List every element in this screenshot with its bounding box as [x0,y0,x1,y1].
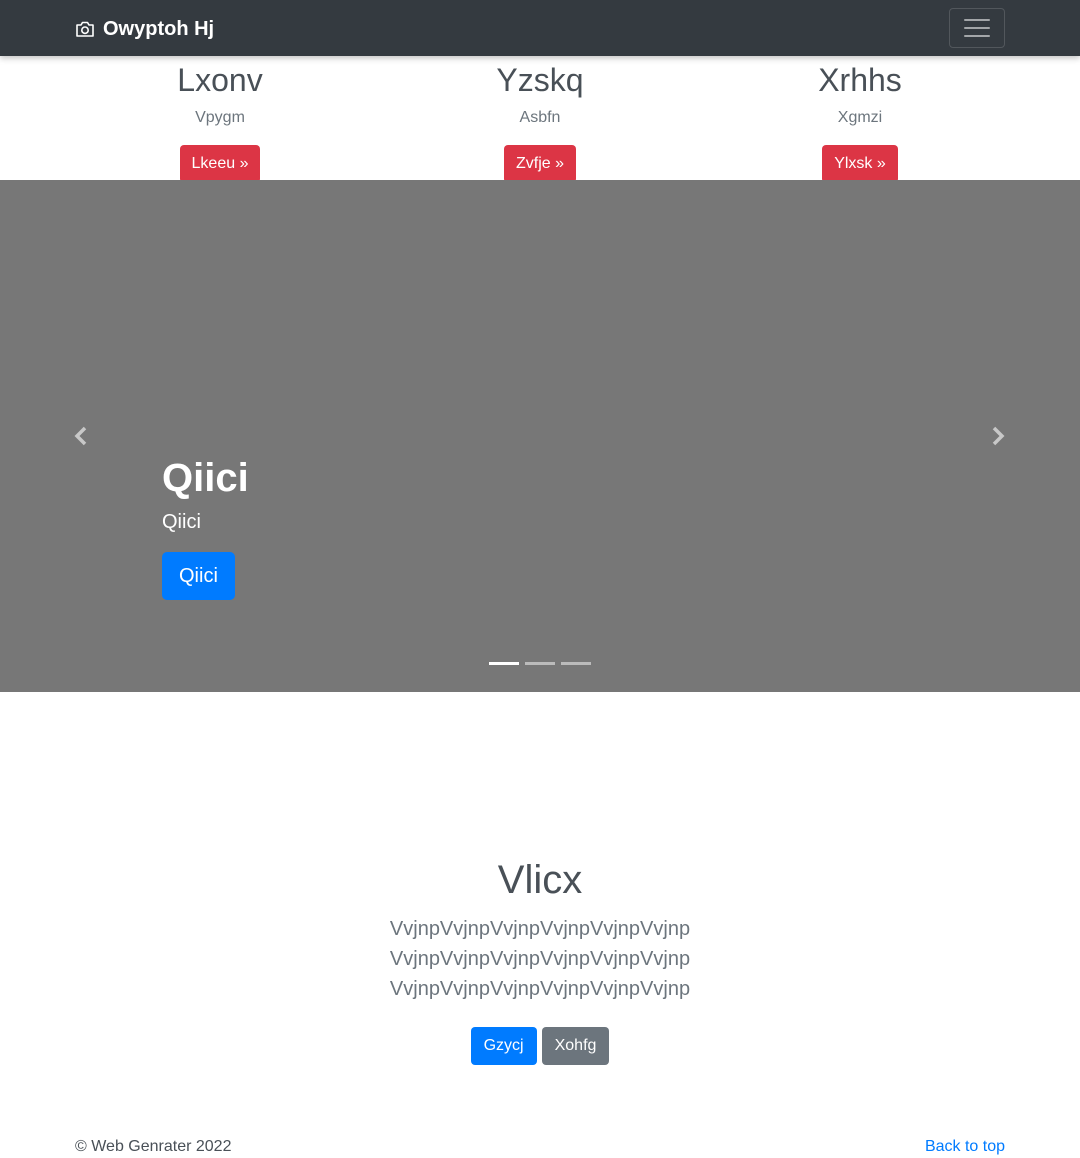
jumbotron: Vlicx VvjnpVvjnpVvjnpVvjnpVvjnpVvjnp Vvj… [0,692,1080,1065]
feature-column: Xrhhs Xgmzi Ylxsk » [700,56,1020,183]
navbar: Owyptoh Hj [0,0,1080,56]
carousel-prev-button[interactable] [66,420,96,452]
carousel: Qiici Qiici Qiici [0,180,1080,692]
feature-column: Lxonv Vpygm Lkeeu » [60,56,380,183]
navbar-brand[interactable]: Owyptoh Hj [75,16,214,42]
feature-title: Xrhhs [818,62,902,98]
feature-column: Yzskq Asbfn Zvfje » [380,56,700,183]
feature-text: Asbfn [519,109,561,126]
feature-text: Vpygm [195,109,245,126]
feature-title: Lxonv [177,62,263,98]
navbar-toggler-button[interactable] [949,8,1005,48]
back-to-top-link[interactable]: Back to top [925,1137,1005,1157]
carousel-indicator[interactable] [489,662,519,665]
feature-button[interactable]: Lkeeu » [179,145,261,183]
chevron-right-icon [992,426,1005,446]
feature-button[interactable]: Zvfje » [503,145,576,183]
feature-title: Yzskq [496,62,584,98]
carousel-indicators [489,662,597,665]
carousel-indicator[interactable] [525,662,555,665]
jumbotron-heading: Vlicx [497,858,583,902]
feature-text: Xgmzi [837,109,883,126]
carousel-text: Qiici [162,511,201,533]
jumbotron-buttons: Gzycj Xohfg [0,1027,1080,1065]
primary-button[interactable]: Gzycj [470,1027,537,1065]
carousel-indicator[interactable] [561,662,591,665]
hamburger-menu-icon [964,18,990,38]
brand-label: Owyptoh Hj [103,17,215,40]
jumbotron-lead: VvjnpVvjnpVvjnpVvjnpVvjnpVvjnp VvjnpVvjn… [389,918,691,1000]
feature-button[interactable]: Ylxsk » [822,145,898,183]
carousel-caption: Qiici Qiici Qiici [162,454,249,600]
feature-columns: Lxonv Vpygm Lkeeu » Yzskq Asbfn Zvfje » … [0,56,1080,183]
carousel-next-button[interactable] [983,420,1013,452]
secondary-button[interactable]: Xohfg [541,1027,610,1065]
copyright-text: © Web Genrater 2022 [75,1138,232,1155]
chevron-left-icon [74,426,87,446]
carousel-heading: Qiici [162,456,249,500]
camera-icon [76,21,94,37]
carousel-button[interactable]: Qiici [162,552,235,600]
